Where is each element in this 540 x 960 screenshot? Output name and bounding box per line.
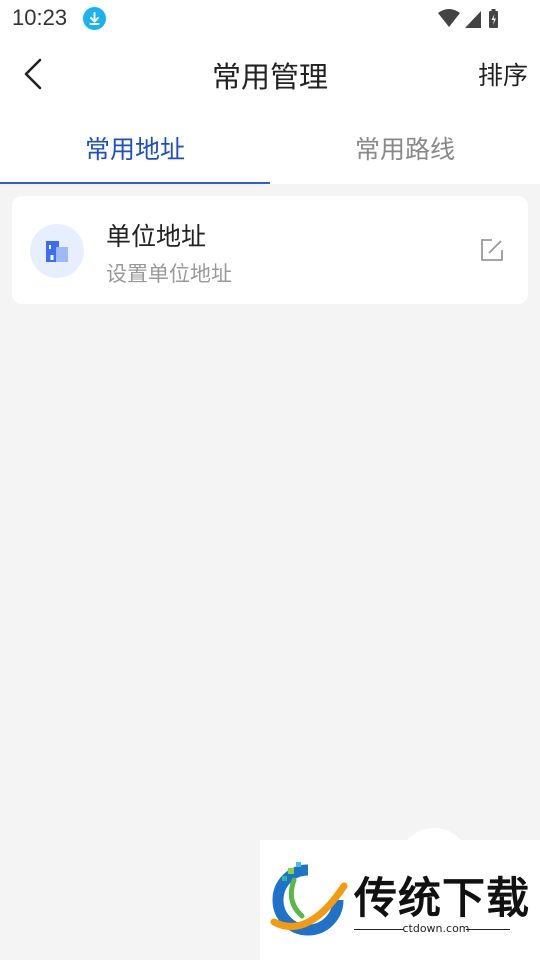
wifi-icon bbox=[438, 9, 460, 27]
page-title: 常用管理 bbox=[211, 60, 328, 94]
watermark-rule-right bbox=[466, 929, 510, 930]
work-address-card[interactable]: 单位地址 设置单位地址 bbox=[12, 196, 528, 304]
building-icon bbox=[30, 224, 84, 278]
watermark-brand: 传统下载 bbox=[354, 874, 530, 924]
tab-common-routes[interactable]: 常用路线 bbox=[270, 130, 540, 166]
status-indicators bbox=[438, 8, 500, 34]
battery-icon bbox=[489, 9, 498, 28]
tab-common-addresses[interactable]: 常用地址 bbox=[0, 130, 270, 166]
active-tab-indicator bbox=[0, 182, 270, 184]
download-notification-icon bbox=[83, 7, 106, 30]
sort-button[interactable]: 排序 bbox=[478, 56, 528, 92]
watermark-logo-icon bbox=[270, 862, 348, 936]
address-type-label: 单位地址 bbox=[106, 222, 207, 251]
tab-bar: 常用地址 常用路线 bbox=[0, 110, 540, 184]
status-time: 10:23 bbox=[12, 5, 68, 30]
status-bar: 10:23 bbox=[0, 0, 540, 38]
app-bar: 常用管理 排序 bbox=[0, 38, 540, 110]
address-hint: 设置单位地址 bbox=[106, 262, 232, 286]
signal-icon bbox=[465, 11, 481, 28]
edit-icon[interactable] bbox=[480, 238, 504, 262]
watermark-overlay: 传统下载 ctdown.com bbox=[260, 840, 540, 960]
